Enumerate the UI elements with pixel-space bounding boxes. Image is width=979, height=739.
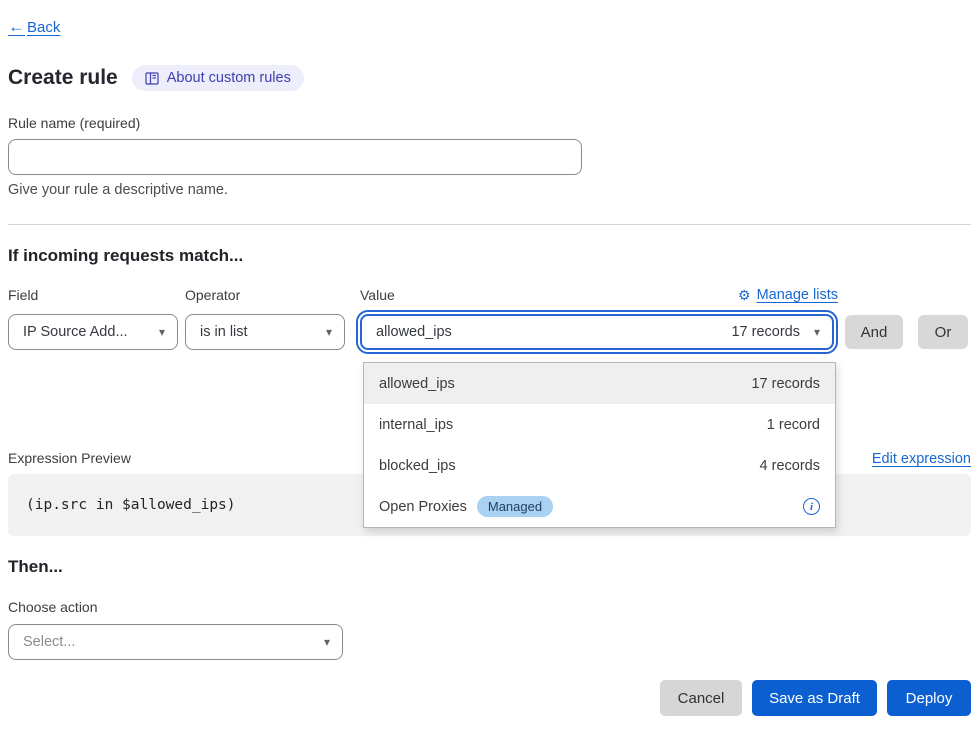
option-name: Open Proxies: [379, 499, 467, 515]
expression-preview-label: Expression Preview: [8, 449, 131, 467]
gear-icon: ⚙: [738, 287, 751, 304]
cancel-button[interactable]: Cancel: [660, 680, 742, 716]
condition-row: IP Source Add... ▾ is in list ▾ allowed_…: [8, 314, 971, 350]
value-label: Value: [360, 287, 395, 304]
info-icon[interactable]: i: [803, 498, 820, 515]
back-link[interactable]: ←Back: [8, 18, 60, 36]
chevron-down-icon: ▾: [324, 635, 330, 649]
about-custom-rules-badge[interactable]: About custom rules: [132, 65, 304, 91]
option-records: 17 records: [751, 376, 820, 392]
edit-expression-link[interactable]: Edit expression: [872, 451, 971, 467]
dropdown-option-allowed-ips[interactable]: allowed_ips 17 records: [364, 363, 835, 404]
value-dropdown-panel: allowed_ips 17 records internal_ips 1 re…: [363, 362, 836, 528]
dropdown-option-blocked-ips[interactable]: blocked_ips 4 records: [364, 445, 835, 486]
rule-name-helper: Give your rule a descriptive name.: [8, 182, 971, 199]
field-select[interactable]: IP Source Add... ▾: [8, 314, 178, 350]
about-badge-label: About custom rules: [167, 70, 291, 86]
option-name: allowed_ips: [379, 376, 455, 392]
managed-badge: Managed: [477, 496, 553, 517]
back-label: Back: [27, 19, 60, 36]
action-select-placeholder: Select...: [23, 634, 75, 650]
value-select-name: allowed_ips: [376, 324, 452, 340]
operator-label: Operator: [185, 287, 360, 304]
chevron-down-icon: ▾: [159, 325, 165, 339]
then-section-heading: Then...: [8, 557, 971, 577]
chevron-down-icon: ▾: [326, 325, 332, 339]
section-divider: [8, 224, 971, 225]
option-records: 4 records: [760, 458, 820, 474]
field-label: Field: [8, 287, 185, 304]
save-as-draft-button[interactable]: Save as Draft: [752, 680, 877, 716]
operator-select-value: is in list: [200, 324, 248, 340]
and-button[interactable]: And: [845, 315, 903, 349]
option-name: internal_ips: [379, 417, 453, 433]
match-labels-row: Field Operator Value ⚙ Manage lists: [8, 287, 971, 304]
page-title: Create rule: [8, 65, 118, 91]
field-select-value: IP Source Add...: [23, 324, 128, 340]
value-select[interactable]: allowed_ips 17 records ▾: [360, 314, 834, 350]
footer-actions: Cancel Save as Draft Deploy: [8, 680, 971, 716]
manage-lists-label: Manage lists: [757, 287, 838, 304]
book-icon: [145, 72, 159, 85]
choose-action-label: Choose action: [8, 599, 971, 616]
chevron-down-icon: ▾: [814, 325, 820, 339]
manage-lists-link[interactable]: ⚙ Manage lists: [738, 287, 838, 304]
action-select[interactable]: Select... ▾: [8, 624, 343, 660]
option-name: blocked_ips: [379, 458, 456, 474]
operator-select[interactable]: is in list ▾: [185, 314, 345, 350]
match-section-heading: If incoming requests match...: [8, 246, 971, 266]
dropdown-option-open-proxies[interactable]: Open Proxies Managed i: [364, 486, 835, 527]
create-rule-page: ←Back Create rule About custom rules Rul…: [0, 0, 979, 739]
value-select-records: 17 records: [731, 324, 800, 340]
expression-code: (ip.src in $allowed_ips): [26, 497, 236, 513]
rule-name-input[interactable]: [8, 139, 582, 175]
or-button[interactable]: Or: [918, 315, 968, 349]
back-arrow-icon: ←: [8, 18, 25, 36]
option-records: 1 record: [767, 417, 820, 433]
deploy-button[interactable]: Deploy: [887, 680, 971, 716]
dropdown-option-internal-ips[interactable]: internal_ips 1 record: [364, 404, 835, 445]
title-row: Create rule About custom rules: [8, 65, 971, 91]
rule-name-label: Rule name (required): [8, 115, 971, 132]
